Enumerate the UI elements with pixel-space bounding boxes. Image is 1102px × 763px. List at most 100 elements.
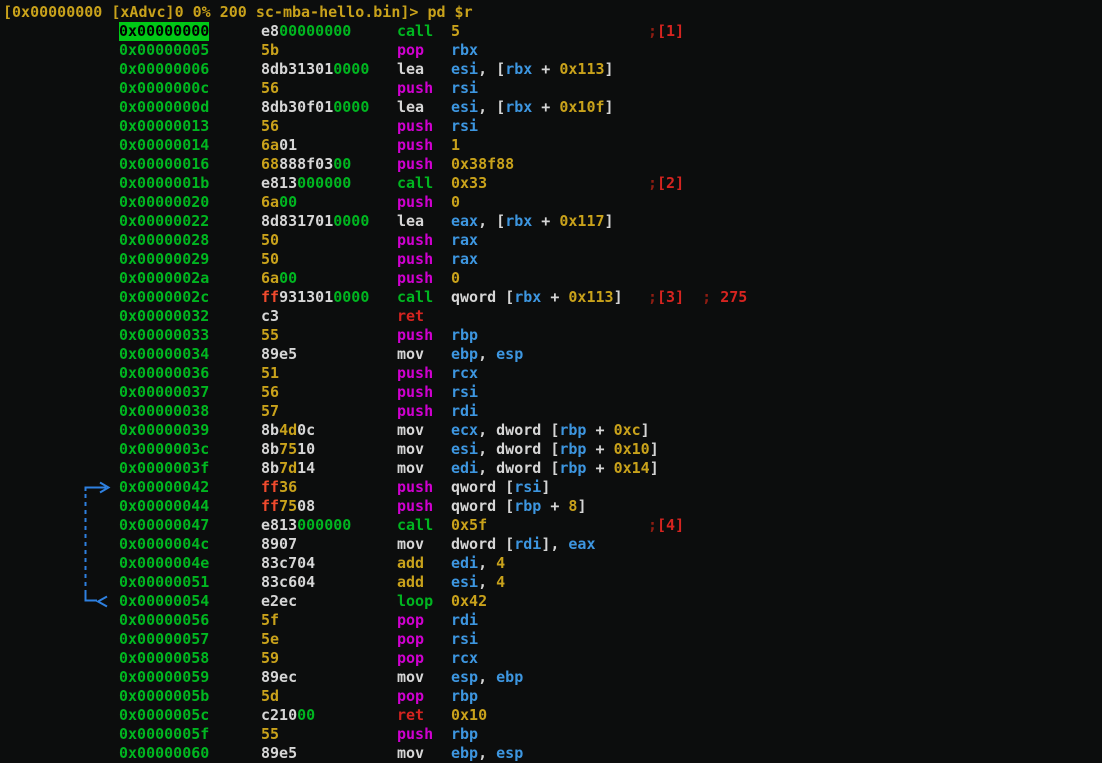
row-address: 0x00000060 [119,744,209,763]
row-comment: ;[2] [648,174,684,193]
row-mnemonic: mov [397,459,424,478]
row-mnemonic: mov [397,421,424,440]
row-bytes: 8907 [261,535,297,554]
row-mnemonic: ret [397,706,424,725]
row-mnemonic: pop [397,649,424,668]
row-mnemonic: push [397,326,433,345]
row-address: 0x00000013 [119,117,209,136]
row-mnemonic: push [397,402,433,421]
row-bytes: 89ec [261,668,297,687]
row-mnemonic: call [397,516,433,535]
disasm-row: 0x0000002a6a00push0 [0,269,1102,288]
row-mnemonic: call [397,288,433,307]
row-operands: qword [rbp + 8] [451,497,586,516]
row-address: 0x00000006 [119,60,209,79]
row-operands: qword [rsi] [451,478,550,497]
disasm-row: 0x000000055bpoprbx [0,41,1102,60]
row-operands: esp, ebp [451,668,523,687]
row-address: 0x0000000c [119,79,209,98]
row-bytes: ff7508 [261,497,315,516]
row-address: 0x0000002c [119,288,209,307]
row-bytes: 50 [261,250,279,269]
row-comment: ;[3] ; 275 [648,288,747,307]
row-comment: ;[4] [648,516,684,535]
row-operands: 0x5f [451,516,487,535]
disasm-row: 0x0000000c56pushrsi [0,79,1102,98]
row-mnemonic: loop [397,592,433,611]
row-address: 0x00000056 [119,611,209,630]
row-operands: esi, 4 [451,573,505,592]
row-mnemonic: push [397,478,433,497]
disasm-listing: 0x00000000e800000000call5;[1]0x000000055… [0,22,1102,763]
row-bytes: 57 [261,402,279,421]
row-mnemonic: push [397,155,433,174]
row-mnemonic: pop [397,630,424,649]
row-operands: 0x42 [451,592,487,611]
row-operands: esi, [rbx + 0x10f] [451,98,614,117]
row-mnemonic: add [397,573,424,592]
row-operands: eax, [rbx + 0x117] [451,212,614,231]
row-mnemonic: call [397,22,433,41]
disasm-row: 0x000000565fpoprdi [0,611,1102,630]
row-bytes: 83c704 [261,554,315,573]
row-address: 0x00000036 [119,364,209,383]
disasm-row: 0x00000044ff7508pushqword [rbp + 8] [0,497,1102,516]
disasm-row: 0x000000068db313010000leaesi, [rbx + 0x1… [0,60,1102,79]
row-bytes: 6a01 [261,136,297,155]
disasm-row: 0x0000001356pushrsi [0,117,1102,136]
disasm-row: 0x00000047e813000000call0x5f;[4] [0,516,1102,535]
row-bytes: 8b7d14 [261,459,315,478]
row-bytes: 51 [261,364,279,383]
row-address: 0x0000004c [119,535,209,554]
disasm-row: 0x0000002850pushrax [0,231,1102,250]
row-bytes: 50 [261,231,279,250]
row-bytes: 5d [261,687,279,706]
row-bytes: 55 [261,326,279,345]
row-operands: qword [rbx + 0x113] [451,288,623,307]
row-mnemonic: mov [397,345,424,364]
disasm-row: 0x0000000d8db30f010000leaesi, [rbx + 0x1… [0,98,1102,117]
row-mnemonic: push [397,136,433,155]
current-address: 0x00000000 [119,22,209,41]
disasm-row: 0x0000002cff9313010000callqword [rbx + 0… [0,288,1102,307]
row-bytes: c21000 [261,706,315,725]
row-address: 0x00000020 [119,193,209,212]
row-address: 0x00000042 [119,478,209,497]
row-address: 0x00000028 [119,231,209,250]
terminal-screen[interactable]: { "prompt": { "text": "[0x00000000 [xAdv… [0,0,1102,761]
disasm-row: 0x000000206a00push0 [0,193,1102,212]
disasm-row: 0x00000054e2ecloop0x42 [0,592,1102,611]
row-address: 0x0000003c [119,440,209,459]
row-address: 0x00000047 [119,516,209,535]
disasm-row: 0x0000005cc21000ret0x10 [0,706,1102,725]
row-operands: rax [451,250,478,269]
row-bytes: 89e5 [261,744,297,763]
row-mnemonic: mov [397,668,424,687]
disasm-row: 0x000000575epoprsi [0,630,1102,649]
row-operands: 0x33 [451,174,487,193]
disasm-row: 0x00000042ff36pushqword [rsi] [0,478,1102,497]
row-address: 0x0000000d [119,98,209,117]
row-operands: 0 [451,193,460,212]
row-operands: rbx [451,41,478,60]
row-address: 0x00000054 [119,592,209,611]
row-bytes: c3 [261,307,279,326]
row-bytes: 8b7510 [261,440,315,459]
row-address: 0x00000057 [119,630,209,649]
row-operands: 1 [451,136,460,155]
disasm-row: 0x0000003c8b7510movesi, dword [rbp + 0x1… [0,440,1102,459]
row-operands: rax [451,231,478,250]
row-operands: ebp, esp [451,345,523,364]
row-operands: rbp [451,725,478,744]
row-mnemonic: lea [397,212,424,231]
row-address: 0x00000038 [119,402,209,421]
row-bytes: 8db313010000 [261,60,369,79]
row-operands: rcx [451,364,478,383]
row-mnemonic: push [397,193,433,212]
row-bytes: 8db30f010000 [261,98,369,117]
row-operands: dword [rdi], eax [451,535,596,554]
row-operands: rbp [451,326,478,345]
disasm-row: 0x0000004c8907movdword [rdi], eax [0,535,1102,554]
row-mnemonic: push [397,364,433,383]
row-mnemonic: push [397,250,433,269]
